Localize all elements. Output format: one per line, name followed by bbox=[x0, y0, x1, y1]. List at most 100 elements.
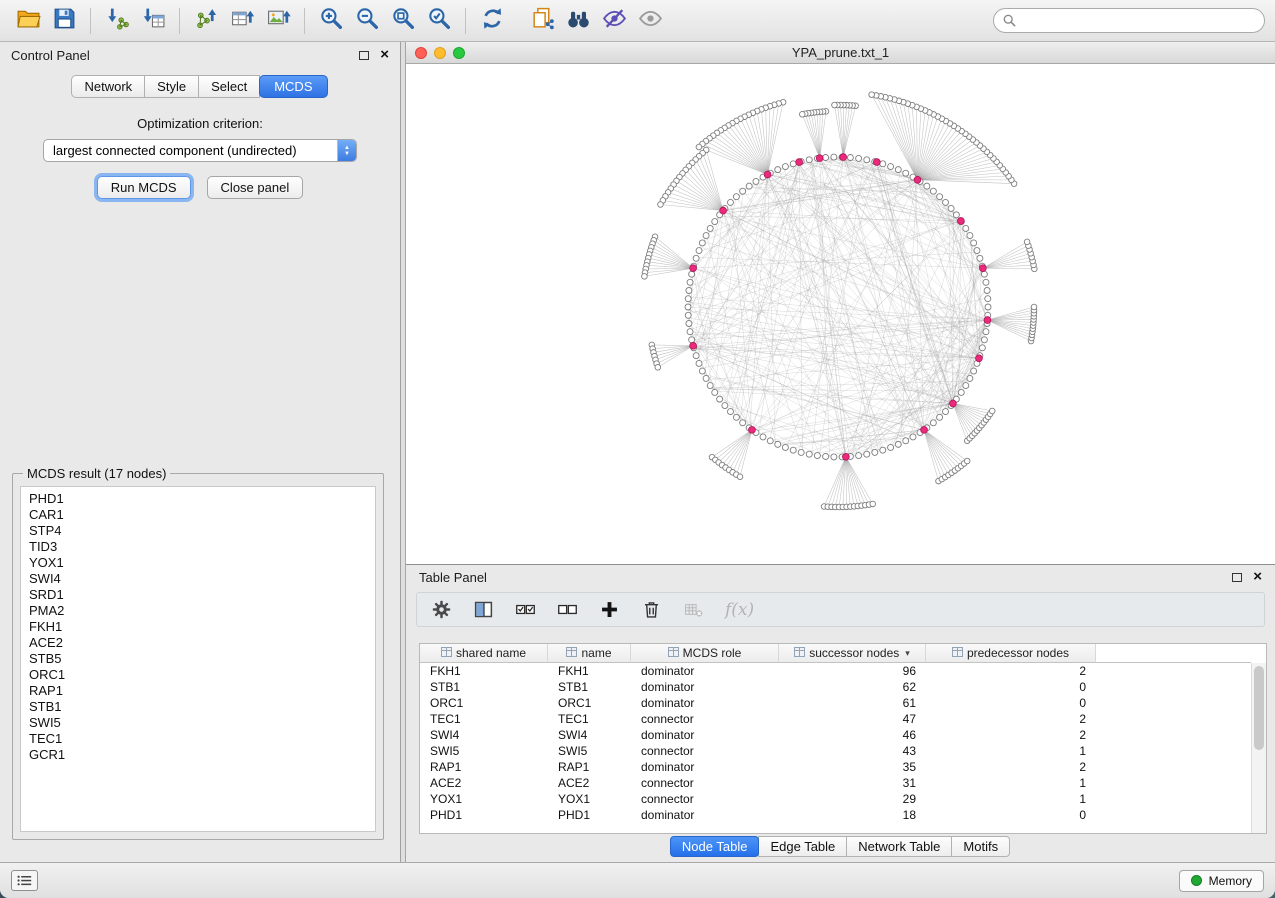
graph-node[interactable] bbox=[696, 360, 702, 366]
float-table-panel-icon[interactable] bbox=[1232, 573, 1242, 582]
table-cell[interactable]: 43 bbox=[779, 743, 926, 759]
network-canvas[interactable] bbox=[406, 64, 1275, 564]
table-row[interactable]: SWI5SWI5connector431 bbox=[420, 743, 1251, 759]
graph-node[interactable] bbox=[685, 304, 691, 310]
table-cell[interactable]: 0 bbox=[926, 807, 1096, 823]
scrollbar-track[interactable] bbox=[1251, 663, 1266, 833]
graph-node[interactable] bbox=[790, 161, 796, 167]
graph-hub-node[interactable] bbox=[914, 176, 921, 183]
zoom-selected-button[interactable] bbox=[421, 5, 457, 37]
mcds-result-item[interactable]: STB5 bbox=[29, 651, 367, 667]
graph-node[interactable] bbox=[703, 233, 709, 239]
close-table-panel-icon[interactable]: × bbox=[1253, 572, 1262, 582]
tab-style[interactable]: Style bbox=[144, 75, 199, 98]
graph-node[interactable] bbox=[888, 444, 894, 450]
table-cell[interactable]: 35 bbox=[779, 759, 926, 775]
mcds-result-item[interactable]: FKH1 bbox=[29, 619, 367, 635]
deselect-all-button[interactable] bbox=[557, 599, 578, 620]
table-cell[interactable]: SWI4 bbox=[548, 727, 631, 743]
graph-node[interactable] bbox=[977, 255, 983, 261]
window-close-button[interactable] bbox=[415, 47, 427, 59]
graph-node[interactable] bbox=[799, 111, 805, 117]
graph-node[interactable] bbox=[733, 414, 739, 420]
graph-hub-node[interactable] bbox=[749, 426, 756, 433]
table-row[interactable]: ORC1ORC1dominator610 bbox=[420, 695, 1251, 711]
graph-node[interactable] bbox=[790, 447, 796, 453]
table-cell[interactable]: SWI4 bbox=[420, 727, 548, 743]
table-cell[interactable]: 1 bbox=[926, 775, 1096, 791]
graph-node[interactable] bbox=[983, 279, 989, 285]
network-graph[interactable] bbox=[406, 64, 1275, 564]
graph-node[interactable] bbox=[864, 157, 870, 163]
table-cell[interactable]: 62 bbox=[779, 679, 926, 695]
table-cell[interactable]: TEC1 bbox=[420, 711, 548, 727]
table-cell[interactable]: dominator bbox=[631, 679, 779, 695]
table-cell[interactable]: 0 bbox=[926, 695, 1096, 711]
table-cell[interactable]: 2 bbox=[926, 727, 1096, 743]
graph-node[interactable] bbox=[895, 441, 901, 447]
graph-node[interactable] bbox=[985, 304, 991, 310]
zoom-in-button[interactable] bbox=[313, 5, 349, 37]
table-cell[interactable]: 1 bbox=[926, 791, 1096, 807]
table-cell[interactable]: FKH1 bbox=[548, 663, 631, 679]
graph-node[interactable] bbox=[880, 447, 886, 453]
graph-node[interactable] bbox=[753, 178, 759, 184]
table-cell[interactable]: SWI5 bbox=[548, 743, 631, 759]
graph-node[interactable] bbox=[685, 312, 691, 318]
graph-node[interactable] bbox=[686, 287, 692, 293]
graph-node[interactable] bbox=[733, 194, 739, 200]
table-cell[interactable]: 47 bbox=[779, 711, 926, 727]
graph-node[interactable] bbox=[880, 161, 886, 167]
tab-edge-table[interactable]: Edge Table bbox=[758, 836, 847, 857]
mcds-result-list[interactable]: PHD1CAR1STP4TID3YOX1SWI4SRD1PMA2FKH1ACE2… bbox=[20, 486, 376, 832]
graph-node[interactable] bbox=[699, 368, 705, 374]
search-box[interactable] bbox=[993, 8, 1265, 33]
graph-node[interactable] bbox=[937, 414, 943, 420]
graph-hub-node[interactable] bbox=[842, 453, 849, 460]
table-cell[interactable]: connector bbox=[631, 775, 779, 791]
graph-node[interactable] bbox=[782, 164, 788, 170]
table-cell[interactable]: YOX1 bbox=[420, 791, 548, 807]
mcds-result-item[interactable]: YOX1 bbox=[29, 555, 367, 571]
graph-node[interactable] bbox=[930, 420, 936, 426]
graph-hub-node[interactable] bbox=[816, 155, 823, 162]
graph-node[interactable] bbox=[806, 451, 812, 457]
graph-node[interactable] bbox=[903, 438, 909, 444]
graph-hub-node[interactable] bbox=[976, 355, 983, 362]
graph-node[interactable] bbox=[658, 202, 664, 208]
graph-node[interactable] bbox=[699, 240, 705, 246]
graph-node[interactable] bbox=[760, 434, 766, 440]
scrollbar-thumb[interactable] bbox=[1254, 666, 1264, 750]
table-cell[interactable]: ORC1 bbox=[420, 695, 548, 711]
table-cell[interactable]: dominator bbox=[631, 759, 779, 775]
graph-node[interactable] bbox=[775, 167, 781, 173]
graph-node[interactable] bbox=[1031, 304, 1037, 310]
task-history-button[interactable] bbox=[11, 870, 38, 891]
graph-node[interactable] bbox=[847, 155, 853, 161]
export-network-button[interactable] bbox=[188, 5, 224, 37]
graph-hub-node[interactable] bbox=[979, 265, 986, 272]
mcds-result-item[interactable]: TEC1 bbox=[29, 731, 367, 747]
column-visibility-button[interactable] bbox=[473, 599, 494, 620]
graph-node[interactable] bbox=[971, 240, 977, 246]
column-header-predecessor-nodes[interactable]: predecessor nodes bbox=[926, 644, 1096, 663]
close-panel-icon[interactable]: × bbox=[380, 50, 389, 60]
graph-node[interactable] bbox=[979, 345, 985, 351]
graph-node[interactable] bbox=[895, 167, 901, 173]
graph-node[interactable] bbox=[930, 188, 936, 194]
table-cell[interactable]: STB1 bbox=[548, 679, 631, 695]
table-cell[interactable]: connector bbox=[631, 711, 779, 727]
graph-node[interactable] bbox=[869, 92, 875, 98]
graph-node[interactable] bbox=[948, 205, 954, 211]
table-cell[interactable]: 18 bbox=[779, 807, 926, 823]
delete-row-button[interactable] bbox=[641, 599, 662, 620]
mcds-result-item[interactable]: PHD1 bbox=[29, 491, 367, 507]
graph-node[interactable] bbox=[823, 453, 829, 459]
mcds-result-item[interactable]: ORC1 bbox=[29, 667, 367, 683]
graph-node[interactable] bbox=[831, 454, 837, 460]
graph-node[interactable] bbox=[689, 271, 695, 277]
window-zoom-button[interactable] bbox=[453, 47, 465, 59]
export-image-button[interactable] bbox=[260, 5, 296, 37]
mcds-result-item[interactable]: SRD1 bbox=[29, 587, 367, 603]
settings-gear-button[interactable] bbox=[431, 599, 452, 620]
